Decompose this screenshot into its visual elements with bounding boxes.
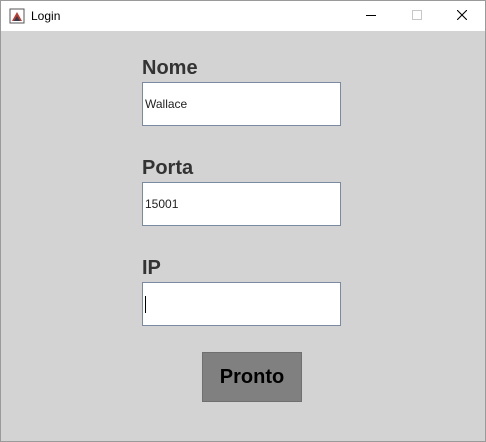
login-window: Login Nome Wallace Porta 15001 IP Pronto <box>0 0 486 442</box>
maximize-button[interactable] <box>394 1 440 31</box>
name-input[interactable]: Wallace <box>142 82 341 126</box>
port-label: Porta <box>142 157 194 179</box>
ip-input[interactable] <box>142 282 341 326</box>
name-label: Nome <box>142 57 198 79</box>
minimize-icon <box>366 15 376 16</box>
java-app-icon <box>9 8 25 24</box>
port-input[interactable]: 15001 <box>142 182 341 226</box>
title-bar[interactable]: Login <box>1 1 485 31</box>
maximize-icon <box>412 10 422 20</box>
window-title: Login <box>31 9 61 23</box>
close-icon <box>457 10 467 20</box>
ready-button[interactable]: Pronto <box>202 352 302 402</box>
ip-label: IP <box>142 257 161 279</box>
close-button[interactable] <box>439 1 485 31</box>
minimize-button[interactable] <box>348 1 394 31</box>
text-caret <box>145 296 146 313</box>
